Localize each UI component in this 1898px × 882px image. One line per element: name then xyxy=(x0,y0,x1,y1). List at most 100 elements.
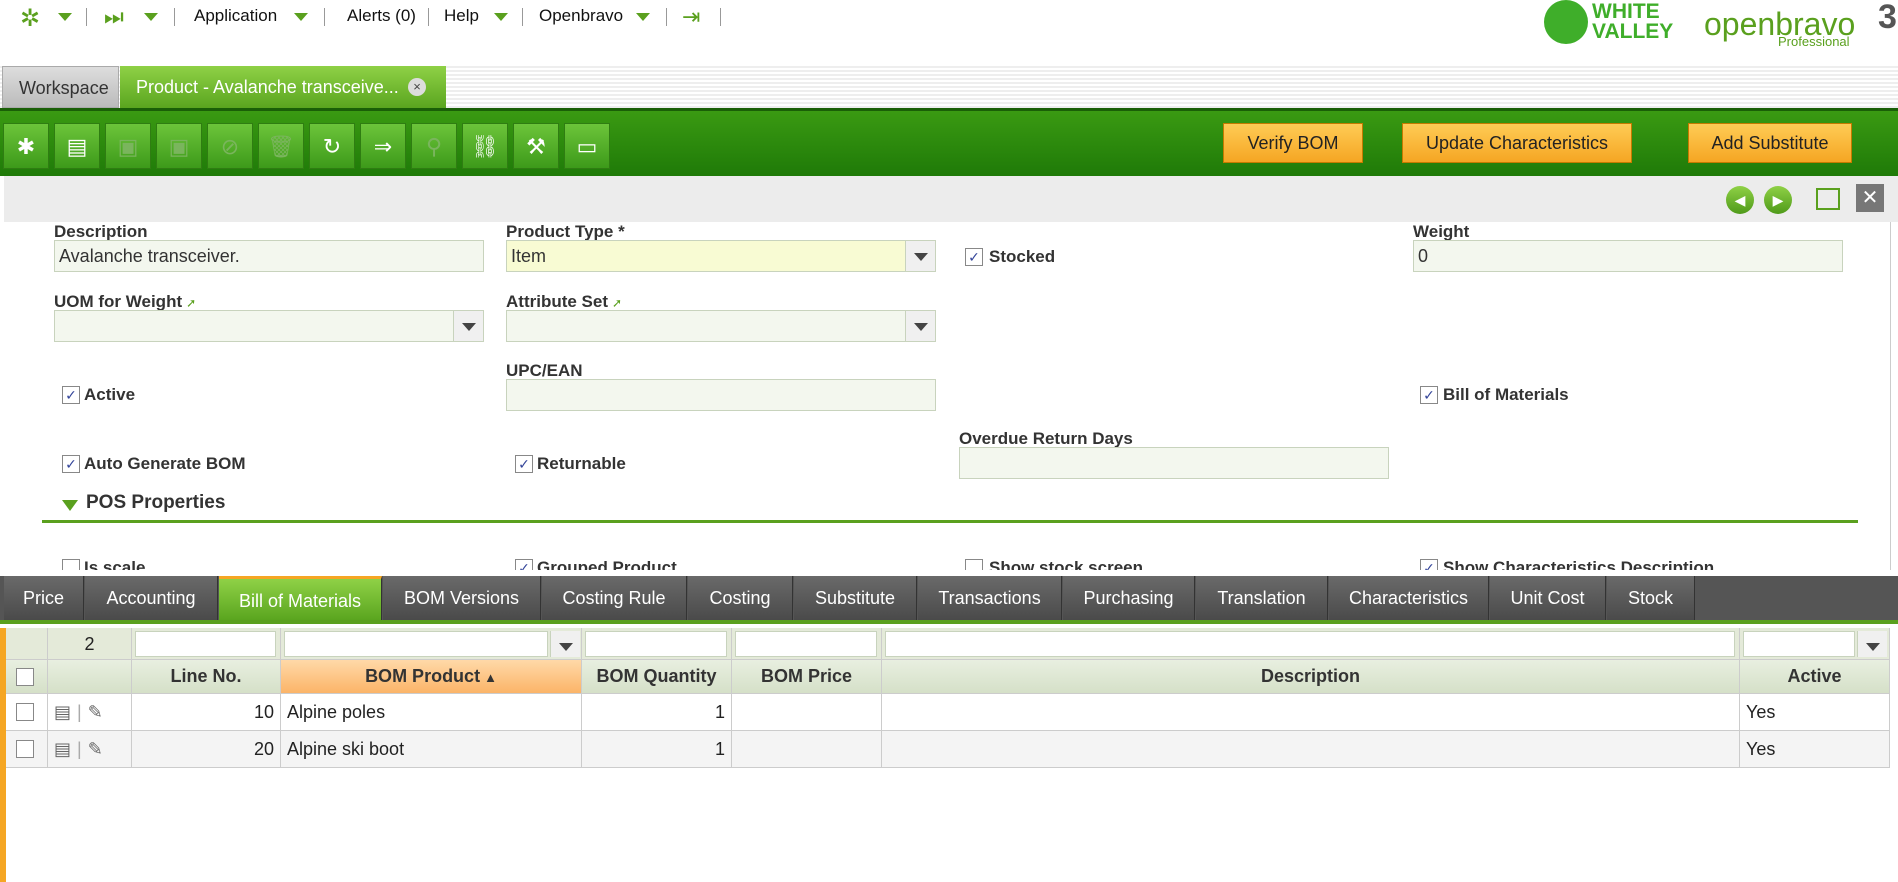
quick-launch-icon[interactable]: ⏭ xyxy=(104,4,124,30)
update-characteristics-button[interactable]: Update Characteristics xyxy=(1402,123,1632,163)
uom-weight-link-icon[interactable]: ➚ xyxy=(186,296,196,310)
new-document-icon[interactable]: ✱ xyxy=(3,123,49,169)
edit-icon[interactable]: ✎ xyxy=(88,702,103,722)
menu-dropdown-icon[interactable] xyxy=(58,13,72,21)
uom-weight-dropdown-icon[interactable] xyxy=(453,311,483,341)
bom-price-cell[interactable] xyxy=(732,694,882,731)
export-icon[interactable]: ⇒ xyxy=(360,123,406,169)
bom-price-cell[interactable] xyxy=(732,731,882,768)
grid-form-toggle-icon[interactable]: ▭ xyxy=(564,123,610,169)
tab-product[interactable]: Product - Avalanche transceive... xyxy=(120,66,446,108)
next-record-icon[interactable]: ▶ xyxy=(1764,186,1792,214)
open-form-icon[interactable]: ▤ xyxy=(54,739,71,759)
new-row-icon[interactable]: ▤ xyxy=(54,123,100,169)
pos-properties-section[interactable]: POS Properties xyxy=(86,492,225,514)
application-dropdown-icon[interactable] xyxy=(294,13,308,21)
bom-quantity-cell[interactable]: 1 xyxy=(582,694,732,731)
refresh-icon[interactable]: ↻ xyxy=(309,123,355,169)
form-scrollbar[interactable] xyxy=(1890,222,1898,570)
header-line-no[interactable]: Line No. xyxy=(132,660,281,694)
row-checkbox[interactable] xyxy=(16,740,34,758)
bom-product-cell[interactable]: Alpine ski boot xyxy=(281,731,582,768)
close-tab-icon[interactable]: × xyxy=(408,78,426,96)
user-menu[interactable]: Openbravo xyxy=(539,6,623,26)
verify-bom-button[interactable]: Verify BOM xyxy=(1223,123,1363,163)
help-menu[interactable]: Help xyxy=(444,6,479,26)
logout-icon[interactable]: ⇥ xyxy=(682,4,700,30)
header-bom-quantity[interactable]: BOM Quantity xyxy=(582,660,732,694)
link-icon[interactable]: ⛓ xyxy=(462,123,508,169)
uom-weight-select[interactable] xyxy=(54,310,484,342)
subtab-price[interactable]: Price xyxy=(4,576,84,620)
header-bom-product[interactable]: BOM Product ▲ xyxy=(281,660,582,694)
filter-bom-quantity-input[interactable] xyxy=(585,631,727,657)
subtab-bill-of-materials[interactable]: Bill of Materials xyxy=(219,576,382,620)
subtab-stock[interactable]: Stock xyxy=(1607,576,1695,620)
description-field[interactable]: Avalanche transceiver. xyxy=(54,240,484,272)
filter-bom-product-input[interactable] xyxy=(284,631,548,657)
overdue-return-days-field[interactable] xyxy=(959,447,1389,479)
bom-product-cell[interactable]: Alpine poles xyxy=(281,694,582,731)
previous-record-icon[interactable]: ◀ xyxy=(1726,186,1754,214)
cancel-icon[interactable]: ⊘ xyxy=(207,123,253,169)
weight-field[interactable]: 0 xyxy=(1413,240,1843,272)
header-description[interactable]: Description xyxy=(882,660,1740,694)
attribute-set-dropdown-icon[interactable] xyxy=(905,311,935,341)
product-type-select[interactable]: Item xyxy=(506,240,936,272)
show-characteristics-checkbox[interactable]: ✓ xyxy=(1420,559,1438,570)
delete-icon[interactable]: 🗑 xyxy=(258,123,304,169)
subtab-costing[interactable]: Costing xyxy=(688,576,793,620)
close-form-icon[interactable]: ✕ xyxy=(1856,184,1884,212)
edit-icon[interactable]: ✎ xyxy=(88,739,103,759)
quick-launch-dropdown-icon[interactable] xyxy=(144,13,158,21)
active-checkbox[interactable]: ✓ xyxy=(62,386,80,404)
grouped-product-checkbox[interactable]: ✓ xyxy=(515,559,533,570)
subtab-purchasing[interactable]: Purchasing xyxy=(1063,576,1195,620)
upc-field[interactable] xyxy=(506,379,936,411)
user-dropdown-icon[interactable] xyxy=(636,13,650,21)
returnable-checkbox[interactable]: ✓ xyxy=(515,455,533,473)
maximize-icon[interactable] xyxy=(1816,188,1840,210)
is-scale-checkbox[interactable] xyxy=(62,559,80,570)
filter-active-input[interactable] xyxy=(1743,631,1855,657)
line-no-cell[interactable]: 10 xyxy=(132,694,281,731)
tab-workspace[interactable]: Workspace xyxy=(2,66,119,108)
bom-quantity-cell[interactable]: 1 xyxy=(582,731,732,768)
subtab-transactions[interactable]: Transactions xyxy=(918,576,1062,620)
show-stock-screen-checkbox[interactable] xyxy=(965,559,983,570)
description-cell[interactable] xyxy=(882,694,1740,731)
auto-generate-bom-checkbox[interactable]: ✓ xyxy=(62,455,80,473)
filter-description-input[interactable] xyxy=(885,631,1735,657)
subtab-costing-rule[interactable]: Costing Rule xyxy=(542,576,687,620)
select-all-checkbox[interactable] xyxy=(16,668,34,686)
row-checkbox[interactable] xyxy=(16,703,34,721)
bill-of-materials-checkbox[interactable]: ✓ xyxy=(1420,386,1438,404)
line-no-cell[interactable]: 20 xyxy=(132,731,281,768)
active-cell[interactable]: Yes xyxy=(1740,694,1890,731)
subtab-unit-cost[interactable]: Unit Cost xyxy=(1490,576,1606,620)
subtab-accounting[interactable]: Accounting xyxy=(85,576,218,620)
help-dropdown-icon[interactable] xyxy=(494,13,508,21)
save-icon[interactable]: ▣ xyxy=(105,123,151,169)
alerts-link[interactable]: Alerts (0) xyxy=(347,6,416,26)
audit-icon[interactable]: ⚒ xyxy=(513,123,559,169)
filter-line-no-input[interactable] xyxy=(135,631,276,657)
attachment-icon[interactable]: ⚲ xyxy=(411,123,457,169)
header-bom-price[interactable]: BOM Price xyxy=(732,660,882,694)
filter-bom-product-dropdown-icon[interactable] xyxy=(550,631,580,657)
subtab-translation[interactable]: Translation xyxy=(1196,576,1328,620)
active-cell[interactable]: Yes xyxy=(1740,731,1890,768)
header-active[interactable]: Active xyxy=(1740,660,1890,694)
subtab-substitute[interactable]: Substitute xyxy=(794,576,917,620)
attribute-set-select[interactable] xyxy=(506,310,936,342)
filter-active-dropdown-icon[interactable] xyxy=(1857,631,1887,657)
save-close-icon[interactable]: ▣ xyxy=(156,123,202,169)
product-type-dropdown-icon[interactable] xyxy=(905,241,935,271)
filter-bom-price-input[interactable] xyxy=(735,631,877,657)
description-cell[interactable] xyxy=(882,731,1740,768)
pos-section-collapse-icon[interactable] xyxy=(62,500,78,511)
stocked-checkbox[interactable]: ✓ xyxy=(965,248,983,266)
open-form-icon[interactable]: ▤ xyxy=(54,702,71,722)
subtab-characteristics[interactable]: Characteristics xyxy=(1329,576,1489,620)
openbravo-menu-icon[interactable]: ✲ xyxy=(20,4,40,33)
